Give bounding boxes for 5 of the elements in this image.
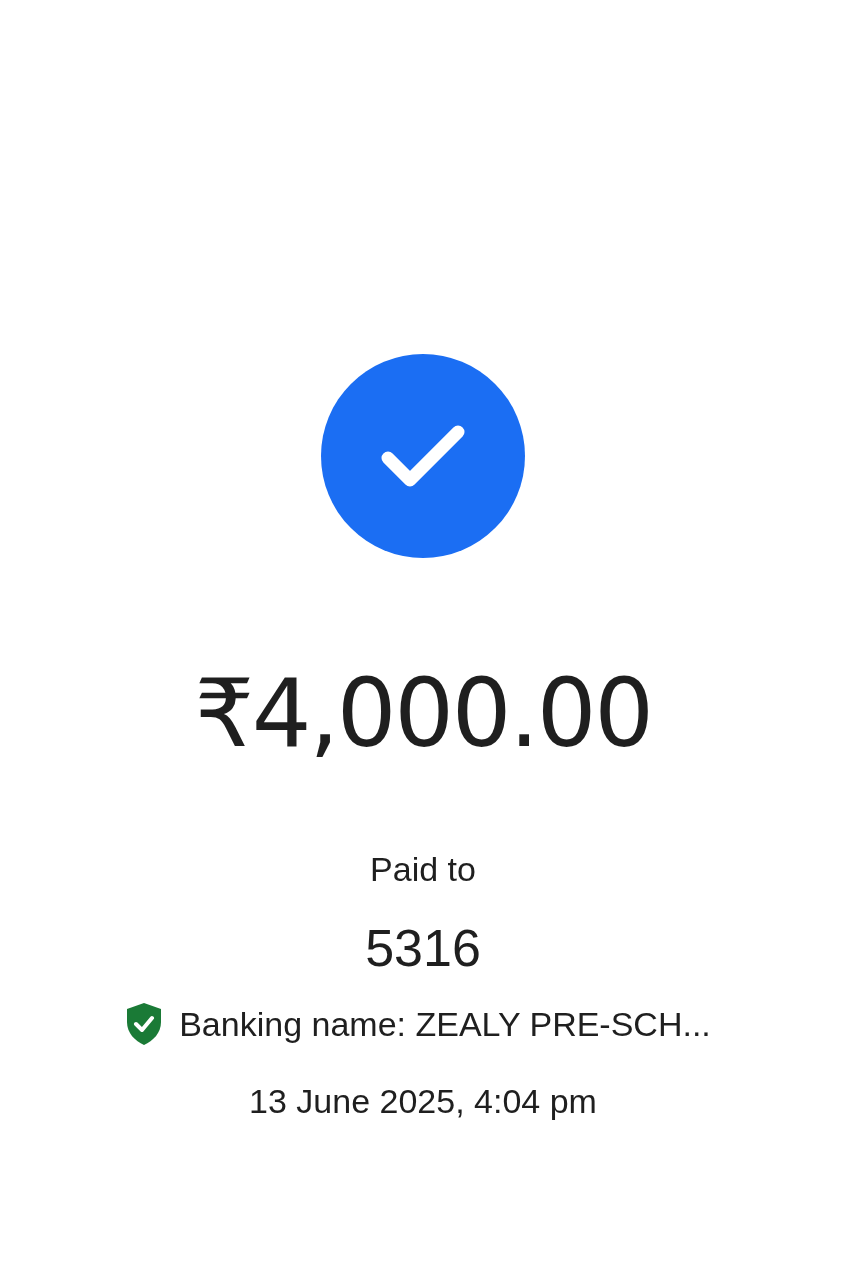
amount-text: ₹4,000.00 — [194, 667, 652, 761]
timestamp-text: 13 June 2025, 4:04 pm — [249, 1084, 597, 1118]
paid-to-label: Paid to — [370, 852, 476, 886]
payee-name: 5316 — [365, 922, 481, 974]
banking-name-text: Banking name: ZEALY PRE-SCH... — [179, 1007, 711, 1041]
